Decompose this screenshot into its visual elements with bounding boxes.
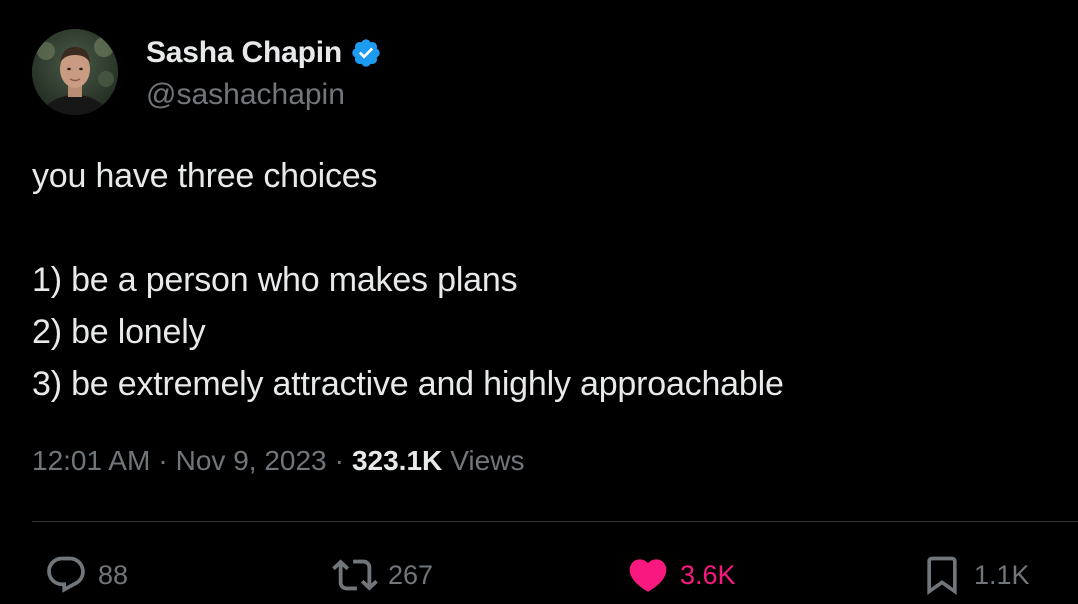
like-count: 3.6K bbox=[680, 559, 736, 590]
views-label[interactable]: Views bbox=[450, 445, 524, 477]
author-name[interactable]: Sasha Chapin bbox=[146, 36, 342, 70]
author-name-row: Sasha Chapin bbox=[146, 33, 382, 73]
bookmark-count: 1.1K bbox=[974, 559, 1030, 590]
retweet-button[interactable]: 267 bbox=[332, 550, 433, 600]
meta-separator: · bbox=[158, 445, 168, 476]
retweet-icon bbox=[332, 559, 378, 591]
tweet-meta: 12:01 AM · Nov 9, 2023 · 323.1K Views bbox=[32, 445, 524, 477]
author-handle[interactable]: @sashachapin bbox=[146, 78, 345, 112]
meta-separator: · bbox=[334, 445, 344, 476]
divider bbox=[32, 521, 1078, 522]
action-bar: 88 267 3.6K 1.1K bbox=[0, 550, 1078, 600]
heart-icon bbox=[629, 559, 667, 592]
retweet-count: 267 bbox=[388, 559, 434, 590]
tweet-line: 1) be a person who makes plans bbox=[32, 261, 518, 299]
tweet-date[interactable]: Nov 9, 2023 bbox=[176, 445, 327, 477]
views-count[interactable]: 323.1K bbox=[352, 445, 442, 477]
tweet-line: you have three choices bbox=[32, 157, 378, 195]
tweet-line: 3) be extremely attractive and highly ap… bbox=[32, 365, 784, 403]
avatar[interactable] bbox=[32, 29, 118, 115]
bookmark-icon bbox=[927, 556, 957, 596]
reply-icon bbox=[47, 556, 85, 593]
tweet-card: Sasha Chapin @sashachapin you have three… bbox=[0, 0, 1078, 604]
tweet-line: 2) be lonely bbox=[32, 313, 206, 351]
like-button[interactable]: 3.6K bbox=[626, 550, 736, 600]
tweet-time[interactable]: 12:01 AM bbox=[32, 445, 150, 477]
verified-badge-icon[interactable] bbox=[350, 37, 382, 69]
tweet-body: you have three choices 1) be a person wh… bbox=[32, 150, 1032, 410]
avatar-image bbox=[32, 29, 118, 115]
bookmark-button[interactable]: 1.1K bbox=[920, 550, 1030, 600]
reply-count: 88 bbox=[98, 559, 129, 590]
reply-button[interactable]: 88 bbox=[44, 550, 128, 600]
